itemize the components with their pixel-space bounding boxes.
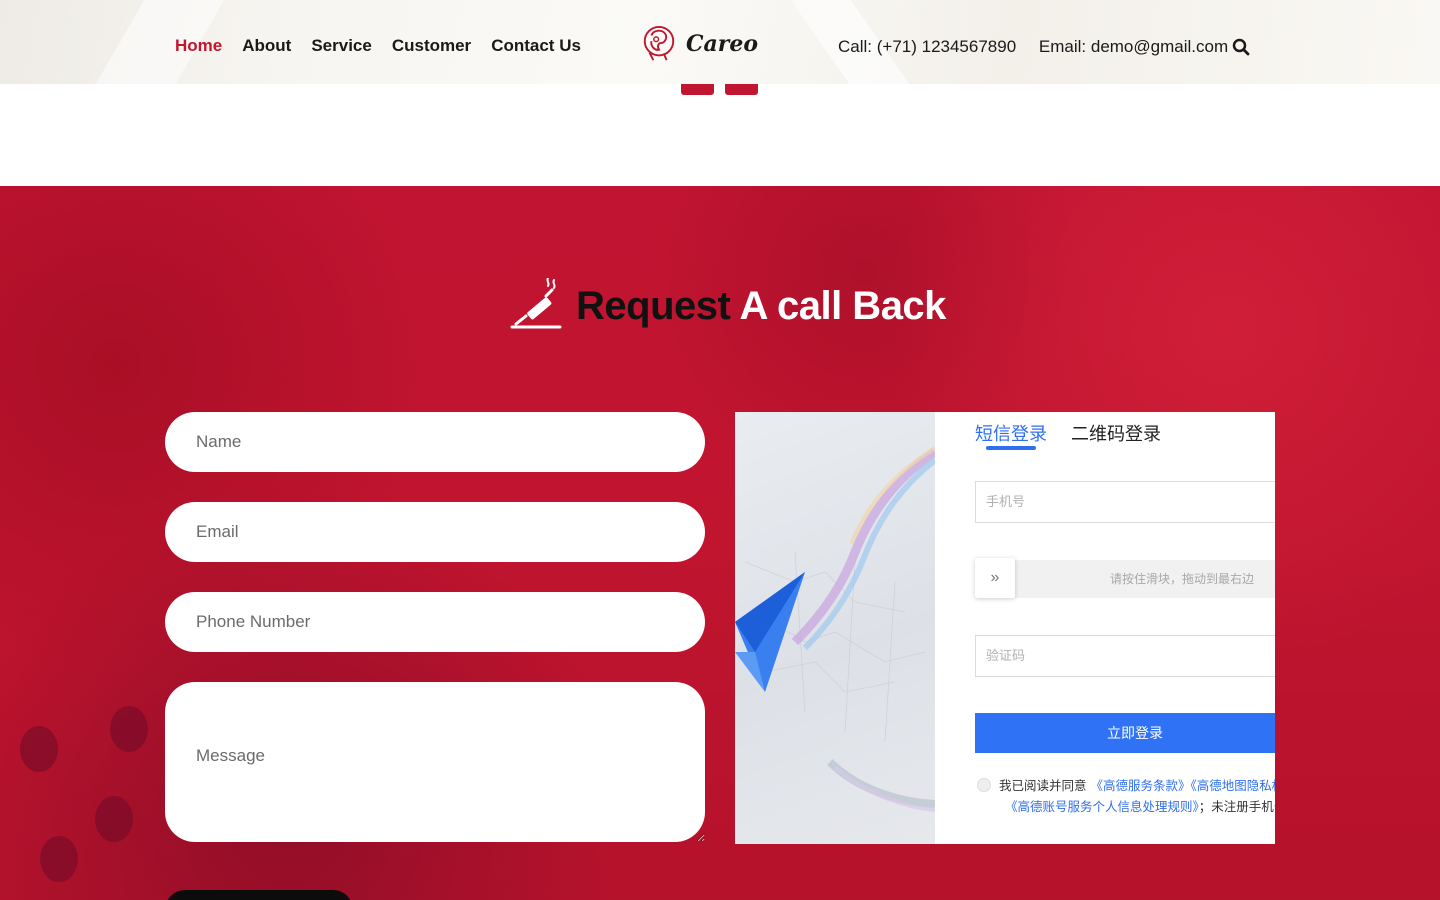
page-title: Request A call Back xyxy=(576,284,946,329)
agreement-text: 我已阅读并同意 《高德服务条款》《高德地图隐私权政策》 《高德账号服务个人信息处… xyxy=(977,775,1275,817)
nav-home[interactable]: Home xyxy=(175,36,222,56)
slider-handle[interactable]: » xyxy=(975,558,1015,598)
login-button[interactable]: 立即登录 xyxy=(975,713,1275,753)
account-privacy-link[interactable]: 《高德账号服务个人信息处理规则》 xyxy=(1005,799,1199,814)
logo-text: Careo xyxy=(686,31,759,57)
nav-contact-us[interactable]: Contact Us xyxy=(491,36,581,56)
header-contact: Call: (+71) 1234567890 Email: demo@gmail… xyxy=(838,37,1246,57)
double-chevron-right-icon: » xyxy=(990,569,1000,586)
nav-service[interactable]: Service xyxy=(311,36,372,56)
tab-sms-login[interactable]: 短信登录 xyxy=(975,420,1047,446)
main-nav: Home About Service Customer Contact Us xyxy=(175,36,601,56)
submit-button[interactable] xyxy=(165,890,353,900)
logo-icon xyxy=(643,25,675,61)
nav-about[interactable]: About xyxy=(242,36,291,56)
site-logo[interactable]: Careo xyxy=(640,24,758,64)
verification-code-input[interactable] xyxy=(975,635,1275,677)
search-icon[interactable] xyxy=(1232,38,1250,56)
terms-link[interactable]: 《高德服务条款》 xyxy=(1091,778,1191,793)
name-field[interactable] xyxy=(165,412,705,472)
agree-suffix: ；未注册手机号验证后将自动创建账号 xyxy=(1198,799,1275,814)
active-tab-indicator xyxy=(986,446,1036,450)
site-header: Home About Service Customer Contact Us C… xyxy=(0,0,1440,84)
agree-prefix: 我已阅读并同意 xyxy=(999,778,1087,793)
header-email[interactable]: Email: demo@gmail.com xyxy=(1039,37,1228,56)
phone-field[interactable] xyxy=(165,592,705,652)
map-privacy-link[interactable]: 《高德地图隐私权政策》 xyxy=(1191,778,1275,793)
slider-hint: 请按住滑块，拖动到最右边 xyxy=(1110,572,1255,586)
background-decoration xyxy=(95,796,133,842)
tab-qr-login[interactable]: 二维码登录 xyxy=(1071,420,1161,446)
background-decoration xyxy=(20,726,58,772)
email-field[interactable] xyxy=(165,502,705,562)
background-decoration xyxy=(110,706,148,752)
login-illustration xyxy=(735,412,935,844)
message-field[interactable] xyxy=(165,682,705,842)
slider-dot[interactable] xyxy=(725,84,758,95)
section-title: Request A call Back xyxy=(508,278,946,334)
nav-customer[interactable]: Customer xyxy=(392,36,471,56)
title-dark: Request xyxy=(576,283,731,328)
slider-dot[interactable] xyxy=(681,84,714,95)
paper-plane-illustration xyxy=(735,446,935,812)
login-tabs: 短信登录 二维码登录 xyxy=(975,420,1185,446)
phone-number-input[interactable] xyxy=(975,481,1275,523)
syringe-icon xyxy=(510,278,562,329)
agree-checkbox[interactable] xyxy=(977,778,991,792)
header-phone[interactable]: Call: (+71) 1234567890 xyxy=(838,37,1016,56)
background-decoration xyxy=(40,836,78,882)
login-widget: 短信登录 二维码登录 请按住滑块，拖动到最右边 » 立即登录 我已阅读并同意 《… xyxy=(735,412,1275,844)
title-light: A call Back xyxy=(739,283,946,328)
captcha-slider[interactable]: 请按住滑块，拖动到最右边 » xyxy=(975,558,1275,598)
